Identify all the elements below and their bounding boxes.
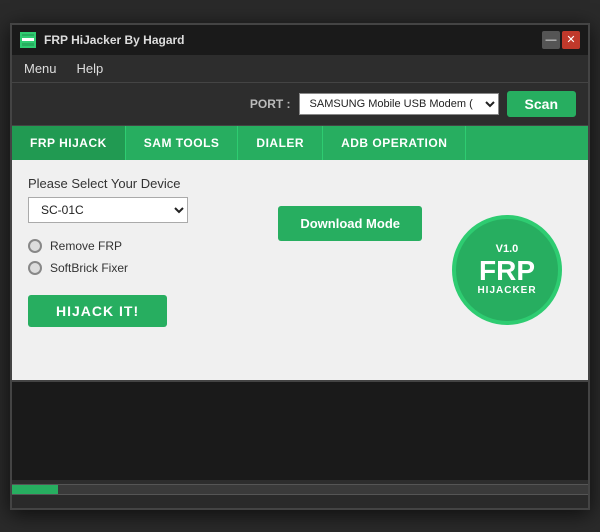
radio-softbrick-fixer[interactable]: SoftBrick Fixer — [28, 261, 258, 275]
tabs: FRP HIJACK SAM TOOLS DIALER ADB OPERATIO… — [12, 126, 588, 160]
tab-adb-operation[interactable]: ADB OPERATION — [323, 126, 466, 160]
tab-dialer[interactable]: DIALER — [238, 126, 323, 160]
app-logo: V1.0 FRP HIJACKER — [452, 215, 562, 325]
logo-subtitle: HIJACKER — [477, 285, 536, 296]
right-panel: V1.0 FRP HIJACKER — [442, 176, 572, 364]
radio-circle-softbrick-fixer — [28, 261, 42, 275]
close-button[interactable]: ✕ — [562, 31, 580, 49]
device-select[interactable]: SC-01C — [28, 197, 188, 223]
tab-frp-hijack[interactable]: FRP HIJACK — [12, 126, 126, 160]
menu-bar: Menu Help — [12, 55, 588, 83]
menu-item-menu[interactable]: Menu — [20, 59, 61, 78]
device-label: Please Select Your Device — [28, 176, 258, 191]
title-controls: — ✕ — [542, 31, 580, 49]
title-bar-left: FRP HiJacker By Hagard — [20, 32, 185, 48]
download-mode-button[interactable]: Download Mode — [278, 206, 422, 241]
progress-bar-container — [12, 484, 588, 494]
radio-remove-frp[interactable]: Remove FRP — [28, 239, 258, 253]
port-label: PORT : — [250, 97, 291, 111]
radio-label-remove-frp: Remove FRP — [50, 239, 122, 253]
port-bar: PORT : SAMSUNG Mobile USB Modem ( Scan — [12, 83, 588, 126]
window-title: FRP HiJacker By Hagard — [44, 33, 185, 47]
minimize-button[interactable]: — — [542, 31, 560, 49]
hijack-button[interactable]: HIJACK IT! — [28, 295, 167, 327]
port-select[interactable]: SAMSUNG Mobile USB Modem ( — [299, 93, 499, 115]
menu-item-help[interactable]: Help — [73, 59, 108, 78]
title-bar: FRP HiJacker By Hagard — ✕ — [12, 25, 588, 55]
app-window: FRP HiJacker By Hagard — ✕ Menu Help POR… — [10, 23, 590, 510]
center-panel: Download Mode — [278, 176, 422, 364]
main-content: Please Select Your Device SC-01C Remove … — [12, 160, 588, 380]
tab-sam-tools[interactable]: SAM TOOLS — [126, 126, 239, 160]
logo-frp-title: FRP — [479, 257, 535, 285]
radio-label-softbrick-fixer: SoftBrick Fixer — [50, 261, 128, 275]
radio-circle-remove-frp — [28, 239, 42, 253]
radio-group: Remove FRP SoftBrick Fixer — [28, 239, 258, 275]
console-area — [12, 380, 588, 480]
scan-button[interactable]: Scan — [507, 91, 576, 117]
status-bar — [12, 494, 588, 508]
progress-bar-fill — [12, 485, 58, 494]
app-icon — [20, 32, 36, 48]
logo-version: V1.0 — [496, 243, 519, 255]
left-panel: Please Select Your Device SC-01C Remove … — [28, 176, 258, 364]
